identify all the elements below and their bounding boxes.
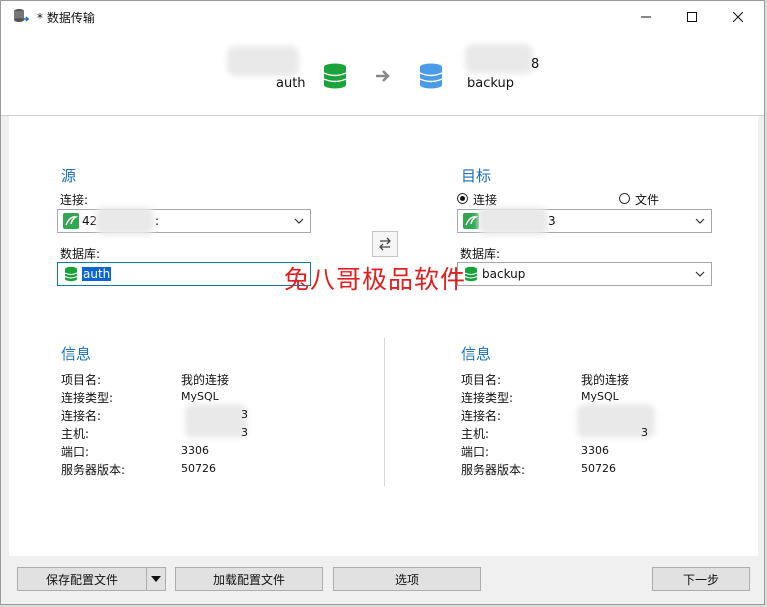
info-divider: [384, 338, 385, 486]
connection-radio[interactable]: [457, 193, 468, 204]
target-database-select[interactable]: backup: [457, 262, 712, 286]
redacted-target-host: [465, 44, 533, 74]
info-value: 我的连接: [581, 373, 630, 387]
info-label: 项目名:: [61, 373, 102, 387]
target-connection-select[interactable]: 3: [457, 207, 712, 235]
minimize-icon: [641, 16, 651, 17]
target-database-value: backup: [482, 267, 526, 281]
info-value: 我的连接: [181, 373, 230, 387]
redacted-source-info: [185, 404, 247, 438]
maximize-icon: [687, 11, 697, 22]
data-transfer-window: * 数据传输 auth 8 backup 源 连接: 42: 数据库: aut…: [0, 0, 765, 605]
info-label: 端口:: [61, 445, 90, 459]
host-suffix: 3: [641, 426, 648, 439]
source-database-value: auth: [82, 267, 112, 281]
database-transfer-icon: [14, 9, 29, 22]
source-connection-select[interactable]: 42 :: [57, 207, 311, 235]
maximize-button[interactable]: [669, 1, 715, 32]
info-value: MySQL: [181, 390, 219, 403]
info-label: 项目名:: [461, 373, 502, 387]
mysql-connection-icon: [463, 213, 479, 229]
source-db-label: auth: [276, 76, 306, 91]
chevron-down-icon: [695, 218, 705, 224]
close-icon: [733, 11, 743, 22]
info-label: 主机:: [61, 427, 90, 441]
swap-source-target-button[interactable]: [372, 231, 398, 257]
info-label: 端口:: [461, 445, 490, 459]
info-value: 50726: [181, 462, 216, 475]
save-profile-button[interactable]: 保存配置文件: [17, 567, 147, 591]
info-label: 服务器版本:: [461, 463, 526, 477]
target-db-label: backup: [467, 76, 514, 91]
window-title: * 数据传输: [37, 11, 95, 25]
options-button[interactable]: 选项: [333, 567, 481, 591]
source-database-select[interactable]: auth: [57, 262, 311, 286]
target-section-title: 目标: [461, 167, 492, 185]
source-section-title: 源: [61, 167, 77, 185]
info-label: 连接名:: [61, 409, 102, 423]
target-info-title: 信息: [461, 345, 492, 363]
database-icon: [64, 266, 78, 282]
connection-name-suffix: 3: [241, 408, 248, 421]
source-connection-suffix: :: [155, 214, 160, 228]
connection-radio-label: 连接: [473, 193, 498, 207]
target-database-icon: [419, 63, 443, 89]
source-database-icon: [323, 63, 347, 89]
swap-arrows-icon: [379, 237, 391, 251]
source-database-label: 数据库:: [60, 247, 101, 261]
save-profile-dropdown-button[interactable]: [146, 567, 166, 591]
target-host-suffix: 8: [531, 57, 540, 72]
file-radio-label: 文件: [635, 193, 660, 207]
source-info-title: 信息: [61, 345, 92, 363]
info-value: 50726: [581, 462, 616, 475]
host-suffix: 3: [241, 426, 248, 439]
target-connection-suffix: 3: [548, 214, 556, 228]
info-value: MySQL: [581, 390, 619, 403]
next-button[interactable]: 下一步: [652, 567, 750, 591]
chevron-down-icon: [695, 271, 705, 277]
info-label: 连接名:: [461, 409, 502, 423]
source-connection-label: 连接:: [60, 193, 89, 207]
redacted-target-connection: [478, 207, 548, 235]
chevron-down-icon: [294, 218, 304, 224]
transfer-settings-panel: 源 连接: 42 : 数据库: auth 目标 连接 文件 3 数据库: bac…: [9, 116, 758, 556]
dropdown-arrow-icon: [151, 576, 161, 582]
info-value: 3306: [581, 444, 609, 457]
file-radio[interactable]: [619, 193, 630, 204]
minimize-button[interactable]: [623, 1, 669, 32]
redacted-source-connection: [96, 207, 154, 235]
close-button[interactable]: [715, 1, 761, 32]
watermark-text: 兔八哥极品软件: [284, 265, 467, 294]
mysql-connection-icon: [63, 213, 79, 229]
info-label: 服务器版本:: [61, 463, 126, 477]
info-label: 主机:: [461, 427, 490, 441]
info-label: 连接类型:: [61, 391, 114, 405]
arrow-right-icon: [376, 70, 390, 82]
redacted-source-host: [227, 46, 299, 76]
info-value: 3306: [181, 444, 209, 457]
load-profile-button[interactable]: 加载配置文件: [175, 567, 323, 591]
source-connection-value: 42: [82, 214, 98, 228]
title-bar: * 数据传输: [1, 1, 764, 32]
info-label: 连接类型:: [461, 391, 514, 405]
transfer-summary-header: auth 8 backup: [1, 32, 764, 116]
